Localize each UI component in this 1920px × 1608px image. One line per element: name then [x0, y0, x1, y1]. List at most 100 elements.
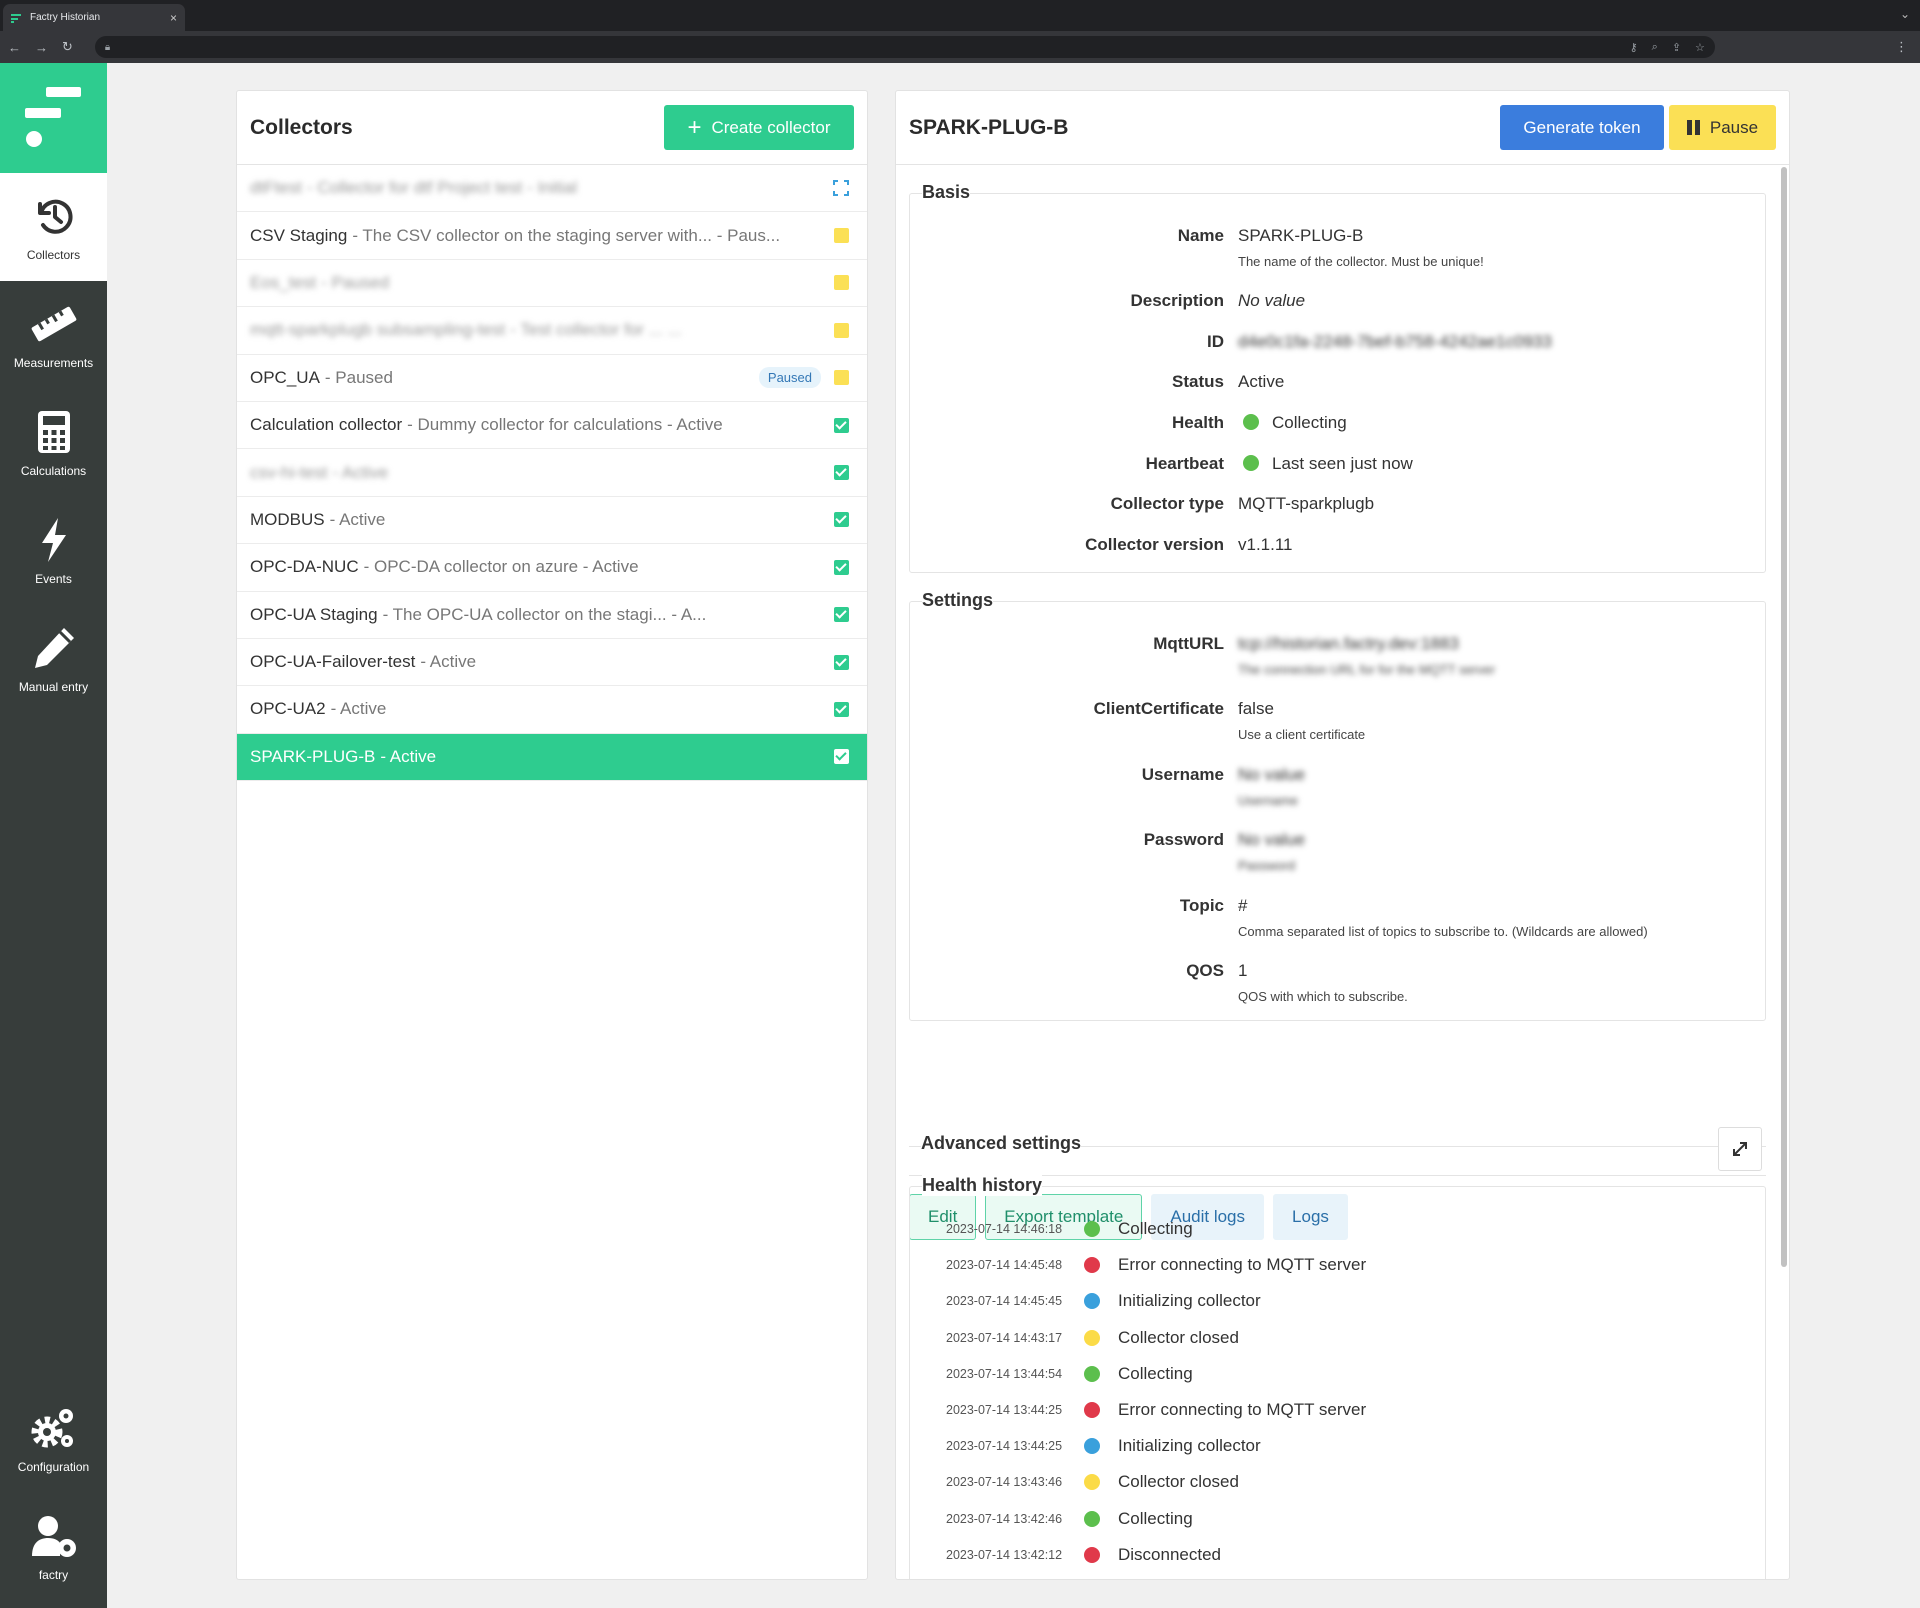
sidebar-item-label: Manual entry — [18, 680, 89, 694]
tab-list-chevron-icon[interactable]: ⌄ — [1900, 7, 1910, 21]
pause-icon — [1686, 120, 1700, 135]
paused-status-indicator — [834, 322, 849, 338]
forward-icon[interactable]: → — [35, 40, 48, 55]
sidebar-item-collectors[interactable]: Collectors — [0, 173, 107, 281]
history-status-dot — [1084, 1221, 1100, 1237]
id-key: ID — [1207, 332, 1224, 351]
username-help: Username — [1238, 793, 1298, 808]
collector-list-item[interactable]: OPC_UA - Paused Paused — [237, 355, 867, 402]
fullscreen-icon[interactable] — [833, 180, 849, 197]
collector-list-item[interactable]: CSV Staging - The CSV collector on the st… — [237, 212, 867, 260]
collector-list-item[interactable]: OPC-DA-NUC - OPC-DA collector on azure - … — [237, 544, 867, 592]
health-history-row: 2023-07-14 14:45:45 Initializing collecto… — [946, 1283, 1746, 1319]
address-bar[interactable]: 🔒︎ ⚷ ⌕ ⇪ ☆ — [94, 36, 1715, 58]
collector-description: - Active — [420, 652, 477, 672]
history-status-text: Collecting — [1118, 1219, 1193, 1238]
collector-list-item[interactable]: OPC-UA Staging - The OPC-UA collector on … — [237, 592, 867, 639]
health-history-legend: Health history — [922, 1175, 1043, 1196]
history-timestamp: 2023-07-14 14:46:18 — [946, 1222, 1063, 1236]
collector-name: OPC-UA2 — [250, 699, 326, 719]
health-history-row: 2023-07-14 14:46:18 Collecting — [946, 1211, 1746, 1247]
collector-version-key: Collector version — [1085, 535, 1224, 554]
history-status-dot — [1084, 1438, 1100, 1455]
collector-description: - OPC-DA collector on azure - Active — [363, 557, 639, 577]
pencil-icon — [34, 628, 74, 668]
sidebar-item-calculations[interactable]: Calculations — [0, 389, 107, 497]
expand-advanced-button[interactable] — [1718, 1127, 1762, 1171]
history-status-text: Disconnected — [1118, 1544, 1222, 1564]
collector-list-item[interactable]: dtFtest - Collector for dtf Project test … — [237, 165, 867, 213]
sidebar-item-manual-entry[interactable]: Manual entry — [0, 605, 107, 713]
mqtturl-help: The connection URL for for the MQTT serv… — [1238, 662, 1496, 677]
description-value: No value — [1238, 291, 1306, 310]
pause-button[interactable]: Pause — [1669, 105, 1776, 150]
history-status-dot — [1084, 1293, 1100, 1310]
reload-icon[interactable]: ↻ — [62, 39, 73, 55]
factry-logo[interactable] — [0, 63, 107, 173]
browser-tab[interactable]: Factry Historian × — [3, 4, 185, 31]
key-icon[interactable]: ⚷ — [1630, 41, 1638, 54]
collector-list: dtFtest - Collector for dtf Project test … — [237, 165, 867, 782]
collector-list-item[interactable]: Calculation collector - Dummy collector f… — [237, 402, 867, 450]
history-status-text: Collector closed — [1118, 1327, 1239, 1347]
active-status-checkbox — [834, 607, 849, 623]
history-timestamp: 2023-07-14 14:43:17 — [946, 1330, 1063, 1345]
history-timestamp: 2023-07-14 13:44:25 — [946, 1403, 1063, 1417]
share-icon[interactable]: ⇪ — [1672, 41, 1681, 54]
username-key: Username — [1141, 765, 1224, 784]
collector-list-item[interactable]: Eos_test - Paused — [237, 260, 867, 308]
generate-token-button[interactable]: Generate token — [1500, 105, 1664, 150]
qos-help: QOS with which to subscribe. — [1238, 989, 1408, 1004]
sidebar-item-events[interactable]: Events — [0, 497, 107, 605]
browser-menu-icon[interactable]: ⋮ — [1895, 39, 1908, 55]
collector-list-item[interactable]: csv-hi-test - Active — [237, 449, 867, 497]
collector-list-item[interactable]: OPC-UA-Failover-test - Active — [237, 639, 867, 687]
collector-description: - Paused — [321, 272, 390, 292]
sidebar-item-configuration[interactable]: Configuration — [0, 1385, 107, 1493]
collector-list-item[interactable]: MODBUS - Active — [237, 497, 867, 545]
history-timestamp: 2023-07-14 13:44:25 — [946, 1439, 1063, 1454]
collector-description: - Dummy collector for calculations - Act… — [407, 415, 723, 435]
tab-close-icon[interactable]: × — [170, 11, 177, 25]
zoom-icon[interactable]: ⌕ — [1652, 41, 1658, 54]
bookmark-star-icon[interactable]: ☆ — [1695, 41, 1705, 54]
active-status-checkbox — [834, 512, 849, 528]
collector-name: OPC-UA Staging — [250, 604, 378, 624]
password-value: No value — [1238, 830, 1306, 849]
health-history-row: 2023-07-14 13:43:46 Collector closed — [946, 1464, 1746, 1500]
history-status-text: Collector closed — [1118, 1472, 1239, 1492]
topic-value: # — [1238, 896, 1248, 915]
active-status-checkbox — [834, 749, 849, 765]
description-key: Description — [1130, 291, 1224, 310]
sidebar-item-label: Collectors — [26, 248, 81, 262]
name-help: The name of the collector. Must be uniqu… — [1238, 254, 1484, 269]
basis-legend: Basis — [922, 182, 971, 203]
collectors-title: Collectors — [250, 115, 353, 139]
history-status-dot — [1084, 1510, 1100, 1527]
history-status-text: Collecting — [1118, 1508, 1193, 1528]
create-collector-button[interactable]: + Create collector — [664, 105, 854, 150]
sidebar-item-measurements[interactable]: Measurements — [0, 281, 107, 389]
paused-status-indicator — [834, 228, 849, 244]
back-icon[interactable]: ← — [8, 40, 21, 55]
collector-list-item[interactable]: mqtt-sparkplugb subsampling-test - Test c… — [237, 307, 867, 355]
qos-value: 1 — [1238, 961, 1248, 980]
paused-status-indicator — [834, 370, 849, 386]
collector-detail-panel: SPARK-PLUG-B Generate token Pause Basis … — [895, 90, 1790, 1580]
collector-list-item[interactable]: SPARK-PLUG-B - Active — [237, 733, 867, 782]
active-status-checkbox — [834, 701, 849, 717]
mqtturl-value: tcp://historian.factry.dev:1883 — [1238, 634, 1459, 653]
collector-name: CSV Staging — [250, 225, 348, 245]
health-history-row: 2023-07-14 14:43:17 Collector closed — [946, 1320, 1746, 1356]
collector-list-item[interactable]: OPC-UA2 - Active — [237, 686, 867, 734]
calculator-icon — [37, 411, 70, 453]
sidebar-item-user[interactable]: factry — [0, 1493, 107, 1601]
history-status-text: Initializing collector — [1118, 1291, 1261, 1311]
collector-name: OPC-DA-NUC — [250, 557, 359, 577]
user-gear-icon — [31, 1516, 76, 1557]
ruler-icon — [31, 306, 76, 342]
heartbeat-status-dot — [1243, 455, 1259, 471]
collector-description: - Active — [329, 509, 386, 529]
password-help: Password — [1238, 858, 1296, 873]
detail-scrollbar[interactable] — [1781, 167, 1787, 1267]
